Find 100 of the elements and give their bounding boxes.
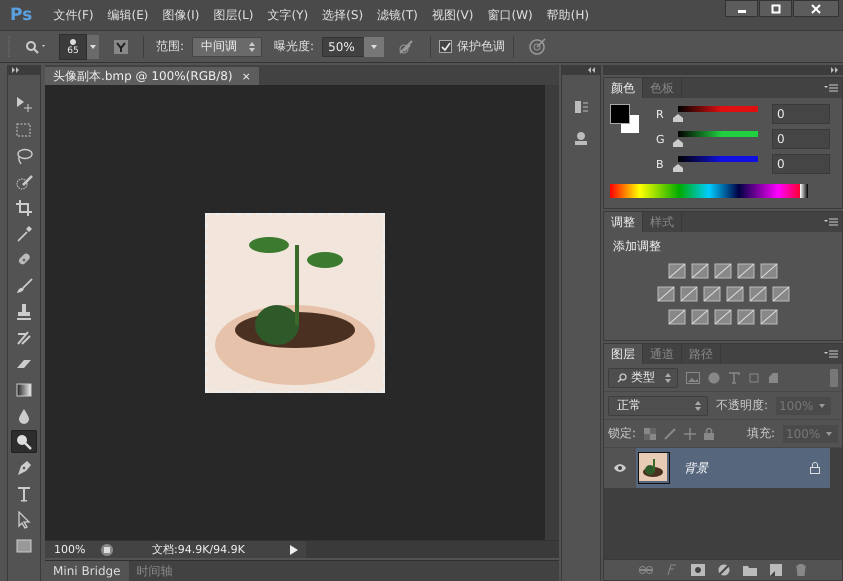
dropdown-button[interactable] <box>364 36 384 56</box>
layer-filter-select[interactable]: 类型 <box>608 368 678 388</box>
type-icon <box>15 484 33 502</box>
dodge-tool-button[interactable] <box>11 430 37 453</box>
app-logo: Ps <box>9 5 34 25</box>
channel-label: G <box>656 132 664 146</box>
pressure-icon[interactable] <box>528 38 546 56</box>
minimize-button[interactable] <box>725 0 758 17</box>
stamp-icon <box>15 302 33 320</box>
channel-slider[interactable] <box>674 156 758 172</box>
grip-icon <box>8 36 11 58</box>
panel-tab[interactable]: 颜色 <box>604 78 643 98</box>
document-tab[interactable]: 头像副本.bmp @ 100%(RGB/8) × <box>45 67 259 85</box>
menu-item[interactable]: 滤镜(T) <box>370 6 425 24</box>
foreground-background-swatch[interactable] <box>610 104 640 134</box>
opacity-label: 不透明度: <box>716 397 768 414</box>
adjustment-icon[interactable] <box>668 263 686 279</box>
menu-item[interactable]: 文字(Y) <box>260 6 316 24</box>
channel-slider[interactable] <box>674 106 758 122</box>
channel-label: B <box>656 158 664 170</box>
brush-tip-icon <box>69 38 77 46</box>
new-layer-icon[interactable] <box>770 564 782 576</box>
adjustment-icon[interactable] <box>668 309 686 325</box>
folder-icon[interactable] <box>743 564 757 576</box>
adjustment-icon[interactable] <box>726 286 744 302</box>
adjustment-icon[interactable] <box>656 286 674 302</box>
menu-item[interactable]: 编辑(E) <box>100 6 156 24</box>
document-title: 头像副本.bmp @ 100%(RGB/8) <box>53 68 233 84</box>
panel-tab[interactable]: 调整 <box>604 212 643 232</box>
adjustment-icon[interactable] <box>748 286 766 302</box>
adjustment-icon[interactable] <box>691 309 709 325</box>
range-select[interactable]: 中间调 <box>192 36 262 56</box>
menu-item[interactable]: 文件(F) <box>46 6 101 24</box>
close-button[interactable] <box>793 0 839 17</box>
scrollbar[interactable] <box>306 541 559 558</box>
slider-thumb[interactable] <box>673 114 683 122</box>
range-label: 范围: <box>156 38 184 55</box>
layer-name: 背景 <box>684 460 708 476</box>
play-icon[interactable] <box>290 544 298 554</box>
dropdown-button[interactable] <box>87 34 99 58</box>
adjustment-icon[interactable] <box>760 263 778 279</box>
exposure-field[interactable]: 50% <box>322 36 366 56</box>
adjustment-icon[interactable] <box>760 309 778 325</box>
brush-panel-button[interactable] <box>113 38 129 54</box>
channel-value-field[interactable]: 0 <box>772 129 830 149</box>
menu-item[interactable]: 图像(I) <box>156 6 206 24</box>
color-spectrum[interactable] <box>610 184 808 198</box>
panel-menu-icon[interactable] <box>824 350 838 358</box>
up-down-arrows-icon <box>249 42 256 52</box>
adjustment-icon[interactable] <box>772 286 790 302</box>
adjustment-icon[interactable] <box>714 263 732 279</box>
adjustment-icon[interactable] <box>737 309 755 325</box>
eyedropper-icon <box>15 224 33 242</box>
panel-menu-icon[interactable] <box>824 84 838 92</box>
menu-item[interactable]: 图层(L) <box>206 6 260 24</box>
dropdown-button[interactable] <box>820 424 838 442</box>
expand-icon[interactable] <box>831 67 839 73</box>
adjustment-icon[interactable] <box>702 286 720 302</box>
panel-tab[interactable]: Mini Bridge <box>45 561 129 581</box>
maximize-button[interactable] <box>759 0 792 17</box>
caret-icon <box>826 432 832 436</box>
channel-label: R <box>656 108 664 120</box>
move-icon <box>15 94 33 112</box>
brush-picker[interactable]: 65 <box>59 34 87 60</box>
panel-menu-icon[interactable] <box>824 218 838 226</box>
adjustment-icon[interactable] <box>680 286 698 302</box>
adjustment-icon[interactable] <box>714 309 732 325</box>
adjustment-layer-icon[interactable] <box>718 564 730 576</box>
fill-label: 填充: <box>746 425 775 442</box>
close-tab-button[interactable]: × <box>242 70 251 82</box>
menu-item[interactable]: 窗口(W) <box>480 6 540 24</box>
marquee-icon <box>15 120 33 138</box>
channel-value-field[interactable]: 0 <box>772 154 830 174</box>
menu-item[interactable]: 视图(V) <box>424 6 480 24</box>
protect-tones-checkbox[interactable] <box>439 40 452 53</box>
slider-thumb[interactable] <box>673 164 683 172</box>
dropdown-button[interactable] <box>813 396 832 414</box>
adjustment-icon[interactable] <box>737 263 755 279</box>
scrollbar[interactable] <box>545 85 559 540</box>
document-info-icon[interactable] <box>100 542 114 556</box>
layer-mask-icon[interactable] <box>691 564 705 576</box>
collapse-icon[interactable] <box>588 67 596 73</box>
menu-item[interactable]: 选择(S) <box>315 6 370 24</box>
layer-row[interactable]: 背景 <box>636 448 830 488</box>
channel-slider[interactable] <box>674 131 758 147</box>
lock-label: 锁定: <box>608 425 636 442</box>
filter-toggle[interactable] <box>830 368 838 386</box>
pen-icon <box>15 458 33 476</box>
slider-thumb[interactable] <box>673 139 683 147</box>
gradient-icon <box>15 380 33 398</box>
zoom-level[interactable]: 100% <box>45 543 92 556</box>
panel-tab[interactable]: 图层 <box>604 344 643 364</box>
channel-value-field[interactable]: 0 <box>772 104 830 124</box>
visibility-eye-icon[interactable] <box>613 463 627 473</box>
blend-mode-select[interactable]: 正常 <box>608 396 708 416</box>
layer-thumbnail <box>638 452 670 484</box>
adjustment-icon[interactable] <box>691 263 709 279</box>
exposure-label: 曝光度: <box>274 38 314 55</box>
expand-icon[interactable] <box>12 67 20 73</box>
menu-item[interactable]: 帮助(H) <box>540 6 596 24</box>
